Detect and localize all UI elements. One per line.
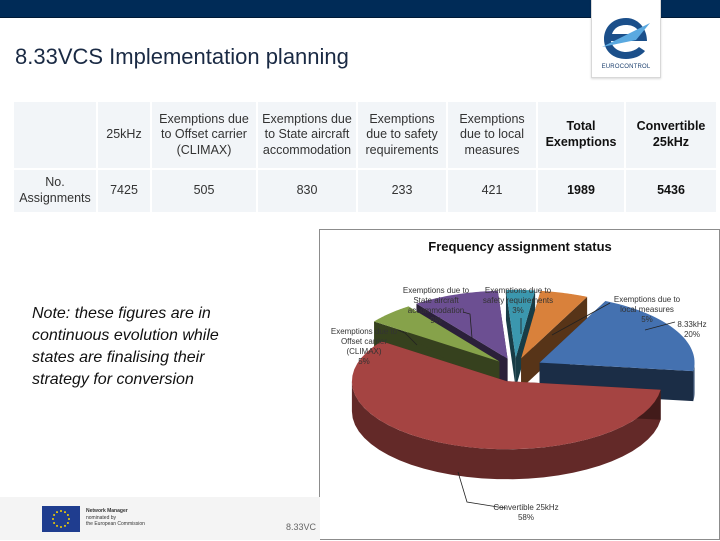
logo-text: EUROCONTROL — [601, 64, 651, 70]
header-cell-climax: Exemptions due to Offset carrier (CLIMAX… — [152, 102, 256, 168]
eu-flag-icon — [42, 506, 80, 532]
cell-convertible: 5436 — [626, 170, 716, 212]
header-cell-state: Exemptions due to State aircraft accommo… — [258, 102, 356, 168]
header-cell-25khz: 25kHz — [98, 102, 150, 168]
eu-attribution: Network Manager nominated by the Europea… — [86, 508, 145, 528]
cell-local: 421 — [448, 170, 536, 212]
chart-title: Frequency assignment status — [428, 239, 612, 254]
eu-line-3: the European Commission — [86, 521, 145, 527]
eurocontrol-logo: EUROCONTROL — [591, 0, 661, 78]
header-cell-local: Exemptions due to local measures — [448, 102, 536, 168]
table-header-row: 25kHz Exemptions due to Offset carrier (… — [14, 102, 716, 168]
note-text: Note: these figures are in continuous ev… — [32, 305, 219, 388]
cell-state: 830 — [258, 170, 356, 212]
header-cell-convertible: Convertible 25kHz — [626, 102, 716, 168]
footer-label: 8.33VC — [286, 522, 317, 532]
eurocontrol-e-icon — [602, 18, 650, 59]
cell-climax: 505 — [152, 170, 256, 212]
cell-25khz: 7425 — [98, 170, 150, 212]
pie-chart: Frequency assignment status Exemptions d… — [331, 239, 707, 522]
assignments-table: 25kHz Exemptions due to Offset carrier (… — [12, 100, 718, 214]
row-label: No. Assignments — [14, 170, 96, 212]
cell-safety: 233 — [358, 170, 446, 212]
label-convertible: Convertible 25kHz 58% — [493, 503, 558, 522]
table-row: No. Assignments 7425 505 830 233 421 198… — [14, 170, 716, 212]
header-cell-total: Total Exemptions — [538, 102, 624, 168]
page-title: 8.33VCS Implementation planning — [15, 44, 349, 69]
pie-chart-frame: Frequency assignment status Exemptions d… — [319, 229, 720, 540]
header-cell-safety: Exemptions due to safety requirements — [358, 102, 446, 168]
header-cell-empty — [14, 102, 96, 168]
cell-total: 1989 — [538, 170, 624, 212]
